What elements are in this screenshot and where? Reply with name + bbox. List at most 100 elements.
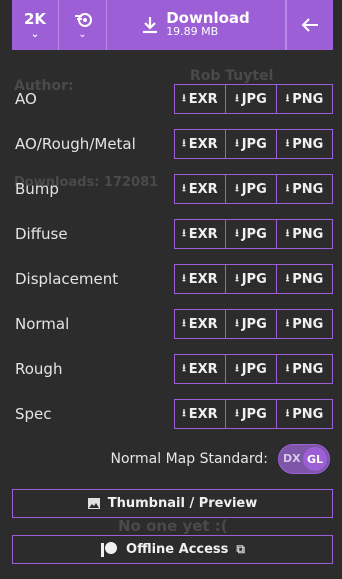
download-icon: ⭳ [182,317,186,329]
download-png-button[interactable]: ⭳ PNG [277,310,332,338]
download-jpg-button[interactable]: ⭳ JPG [226,85,277,113]
format-buttons: ⭳ EXR ⭳ JPG ⭳ PNG [174,354,333,384]
map-row: Normal ⭳ EXR ⭳ JPG ⭳ PNG [15,309,333,339]
map-row: Rough ⭳ EXR ⭳ JPG ⭳ PNG [15,354,333,384]
map-label: Rough [15,360,63,378]
download-icon: ⭳ [235,137,239,149]
download-jpg-button[interactable]: ⭳ JPG [226,400,277,428]
back-button[interactable] [286,0,333,50]
download-exr-button[interactable]: ⭳ EXR [175,85,226,113]
format-label: PNG [292,91,324,107]
image-icon [87,498,100,509]
resolution-value: 2K [23,10,47,28]
format-label: JPG [241,181,267,197]
blender-icon [74,13,92,27]
download-icon: ⭳ [182,137,186,149]
map-label: Spec [15,405,52,423]
download-icon: ⭳ [235,92,239,104]
download-size: 19.89 MB [166,25,219,38]
format-dropdown[interactable]: ⌄ [59,0,107,50]
download-icon [143,17,158,34]
download-button[interactable]: Download 19.89 MB [107,0,286,50]
download-png-button[interactable]: ⭳ PNG [277,220,332,248]
format-label: JPG [241,361,267,377]
download-jpg-button[interactable]: ⭳ JPG [226,130,277,158]
thumbnail-label: Thumbnail / Preview [107,496,258,511]
download-icon: ⭳ [235,227,239,239]
download-icon: ⭳ [182,272,186,284]
format-label: JPG [241,91,267,107]
format-label: PNG [292,271,324,287]
map-row: Spec ⭳ EXR ⭳ JPG ⭳ PNG [15,399,333,429]
format-label: PNG [292,181,324,197]
download-icon: ⭳ [235,362,239,374]
download-jpg-button[interactable]: ⭳ JPG [226,355,277,383]
author-name: Rob Tuytel [190,68,274,84]
download-jpg-button[interactable]: ⭳ JPG [226,310,277,338]
download-jpg-button[interactable]: ⭳ JPG [226,220,277,248]
format-label: JPG [241,316,267,332]
patreon-icon [101,541,118,557]
format-buttons: ⭳ EXR ⭳ JPG ⭳ PNG [174,129,333,159]
format-buttons: ⭳ EXR ⭳ JPG ⭳ PNG [174,174,333,204]
download-exr-button[interactable]: ⭳ EXR [175,130,226,158]
download-icon: ⭳ [235,272,239,284]
map-row: AO/Rough/Metal ⭳ EXR ⭳ JPG ⭳ PNG [15,129,333,159]
download-icon: ⭳ [182,92,186,104]
map-row: Displacement ⭳ EXR ⭳ JPG ⭳ PNG [15,264,333,294]
download-icon: ⭳ [285,92,290,104]
download-icon: ⭳ [235,317,239,329]
download-exr-button[interactable]: ⭳ EXR [175,355,226,383]
map-row: AO ⭳ EXR ⭳ JPG ⭳ PNG [15,84,333,114]
download-png-button[interactable]: ⭳ PNG [277,130,332,158]
dx-option: DX [283,452,301,465]
download-png-button[interactable]: ⭳ PNG [277,265,332,293]
resolution-dropdown[interactable]: 2K ⌄ [12,0,59,50]
download-icon: ⭳ [182,362,186,374]
download-png-button[interactable]: ⭳ PNG [277,85,332,113]
download-icon: ⭳ [285,137,290,149]
format-label: EXR [188,361,218,377]
format-label: PNG [292,361,324,377]
download-icon: ⭳ [285,407,290,419]
dx-gl-toggle[interactable]: DX GL [278,444,330,474]
download-exr-button[interactable]: ⭳ EXR [175,220,226,248]
format-label: JPG [241,406,267,422]
normal-map-label: Normal Map Standard: [110,451,268,467]
format-label: PNG [292,406,324,422]
external-link-icon: ⧉ [236,542,245,556]
download-icon: ⭳ [182,182,186,194]
format-label: EXR [188,271,218,287]
download-icon: ⭳ [235,182,239,194]
download-icon: ⭳ [182,227,186,239]
format-label: EXR [188,226,218,242]
download-jpg-button[interactable]: ⭳ JPG [226,175,277,203]
download-png-button[interactable]: ⭳ PNG [277,355,332,383]
download-exr-button[interactable]: ⭳ EXR [175,310,226,338]
download-icon: ⭳ [285,182,290,194]
download-label: Download [166,9,250,27]
download-exr-button[interactable]: ⭳ EXR [175,265,226,293]
download-png-button[interactable]: ⭳ PNG [277,175,332,203]
format-buttons: ⭳ EXR ⭳ JPG ⭳ PNG [174,219,333,249]
format-label: EXR [188,406,218,422]
download-jpg-button[interactable]: ⭳ JPG [226,265,277,293]
download-exr-button[interactable]: ⭳ EXR [175,400,226,428]
no-one-text: No one yet :( [118,517,228,535]
download-exr-button[interactable]: ⭳ EXR [175,175,226,203]
format-buttons: ⭳ EXR ⭳ JPG ⭳ PNG [174,399,333,429]
download-icon: ⭳ [285,317,290,329]
download-icon: ⭳ [285,362,290,374]
format-buttons: ⭳ EXR ⭳ JPG ⭳ PNG [174,309,333,339]
format-buttons: ⭳ EXR ⭳ JPG ⭳ PNG [174,84,333,114]
format-label: PNG [292,226,324,242]
chevron-down-icon: ⌄ [78,29,87,40]
download-png-button[interactable]: ⭳ PNG [277,400,332,428]
thumbnail-preview-button[interactable]: Thumbnail / Preview [12,489,333,518]
top-bar: 2K ⌄ ⌄ Download 19.89 MB [12,0,333,50]
offline-access-button[interactable]: Offline Access ⧉ [12,535,333,564]
chevron-down-icon: ⌄ [30,29,40,40]
format-label: PNG [292,136,324,152]
map-label: Bump [15,180,59,198]
download-icon: ⭳ [182,407,186,419]
